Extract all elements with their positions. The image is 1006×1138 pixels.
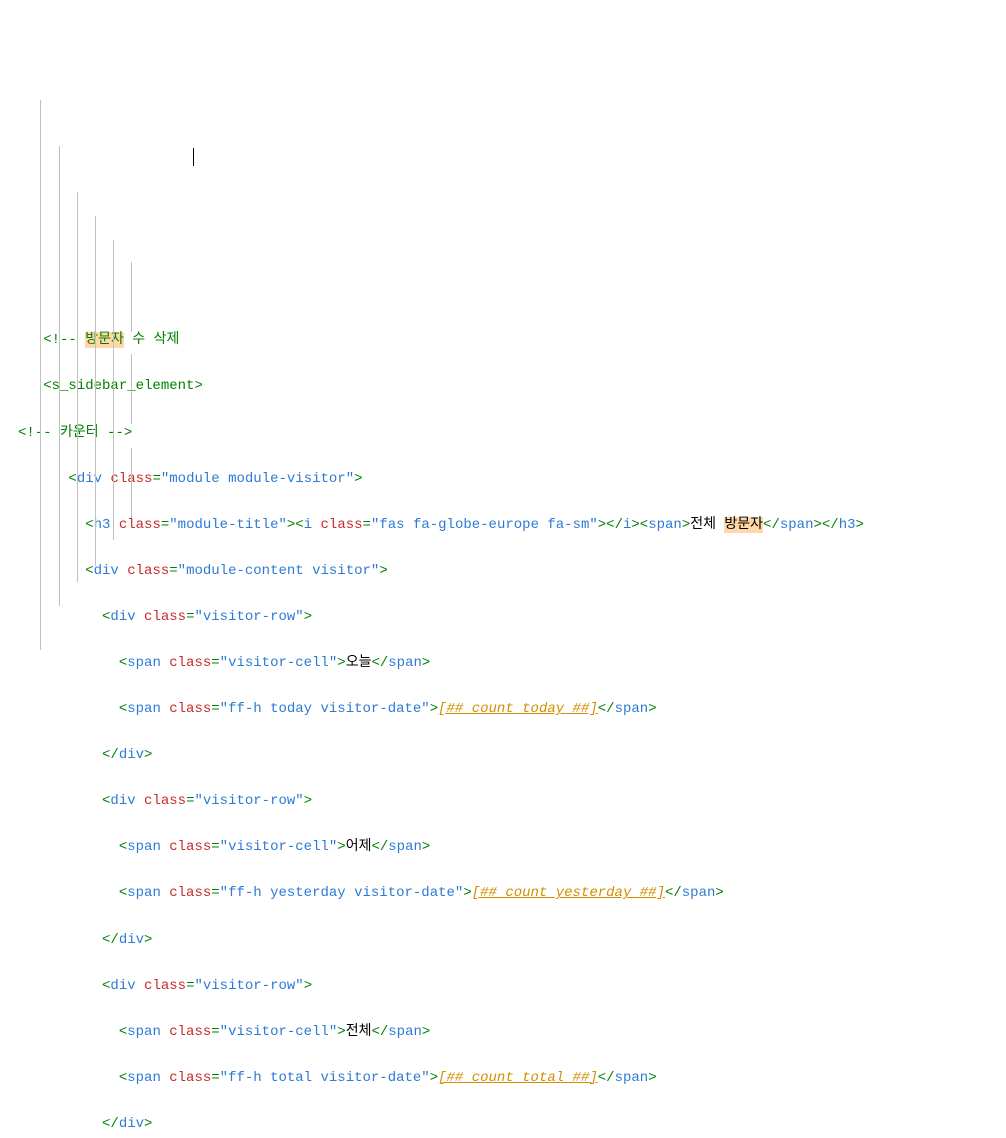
code-area[interactable]: <!-- 방문자 수 삭제 <s_sidebar_element> <!-- 카… (14, 92, 864, 661)
code-line[interactable]: </div> (18, 1113, 864, 1136)
code-line[interactable]: <div class="visitor-row"> (18, 606, 864, 629)
code-line[interactable]: <div class="module-content visitor"> (18, 560, 864, 583)
code-line[interactable]: <div class="visitor-row"> (18, 975, 864, 998)
fold-guide (40, 100, 41, 650)
fold-guide (113, 240, 114, 540)
code-editor[interactable]: <!-- 방문자 수 삭제 <s_sidebar_element> <!-- 카… (0, 92, 1006, 661)
code-line[interactable]: <div class="module module-visitor"> (18, 468, 864, 491)
code-line[interactable]: <div class="visitor-row"> (18, 790, 864, 813)
code-line[interactable]: <span class="visitor-cell">오늘</span> (18, 652, 864, 675)
fold-guide (59, 146, 60, 606)
code-line[interactable]: <h3 class="module-title"><i class="fas f… (18, 514, 864, 537)
text-cursor (193, 148, 194, 166)
code-line[interactable]: <s_sidebar_element> (18, 375, 864, 398)
fold-guide (131, 354, 132, 424)
code-line[interactable]: <span class="visitor-cell">어제</span> (18, 836, 864, 859)
fold-guide (95, 216, 96, 566)
fold-guide (77, 192, 78, 582)
fold-guide (131, 448, 132, 518)
code-line[interactable]: </div> (18, 929, 864, 952)
code-line[interactable]: <!-- 방문자 수 삭제 (18, 329, 864, 352)
code-line[interactable]: <!-- 카운터 --> (18, 422, 864, 445)
code-line[interactable]: <span class="ff-h total visitor-date">[#… (18, 1067, 864, 1090)
line-gutter (0, 92, 14, 661)
code-line[interactable]: <span class="ff-h today visitor-date">[#… (18, 698, 864, 721)
code-line[interactable]: </div> (18, 744, 864, 767)
code-line[interactable]: <span class="visitor-cell">전체</span> (18, 1021, 864, 1044)
fold-guide (131, 262, 132, 332)
code-line[interactable]: <span class="ff-h yesterday visitor-date… (18, 882, 864, 905)
